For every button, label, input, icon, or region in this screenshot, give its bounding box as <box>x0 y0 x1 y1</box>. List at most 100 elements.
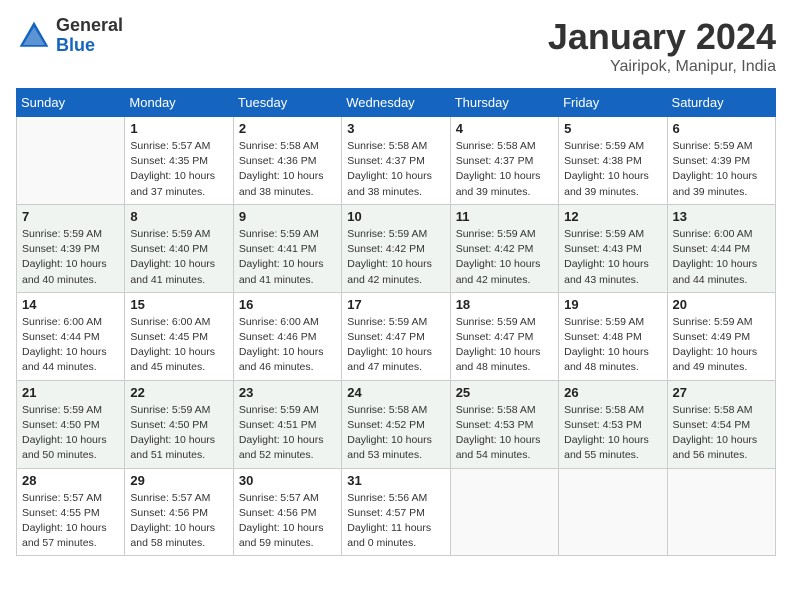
calendar-week-row: 14Sunrise: 6:00 AM Sunset: 4:44 PM Dayli… <box>17 292 776 380</box>
day-number: 4 <box>456 121 553 136</box>
calendar-cell: 1 Sunrise: 5:57 AM Sunset: 4:35 PM Daylig… <box>125 117 233 205</box>
day-info: Sunrise: 5:58 AM Sunset: 4:54 PM Dayligh… <box>673 403 770 464</box>
calendar-cell: 12 Sunrise: 5:59 AM Sunset: 4:43 PM Dayli… <box>559 204 667 292</box>
calendar-cell: 4 Sunrise: 5:58 AM Sunset: 4:37 PM Daylig… <box>450 117 558 205</box>
day-info: Sunrise: 5:59 AM Sunset: 4:50 PM Dayligh… <box>130 403 227 464</box>
day-info: Sunrise: 6:00 AM Sunset: 4:44 PM Dayligh… <box>22 315 119 376</box>
day-number: 10 <box>347 209 444 224</box>
day-info: Sunrise: 5:59 AM Sunset: 4:49 PM Dayligh… <box>673 315 770 376</box>
logo-blue-text: Blue <box>56 36 123 56</box>
day-info: Sunrise: 6:00 AM Sunset: 4:44 PM Dayligh… <box>673 227 770 288</box>
calendar-cell: 11Sunrise: 5:59 AM Sunset: 4:42 PM Dayli… <box>450 204 558 292</box>
day-number: 20 <box>673 297 770 312</box>
calendar-cell: 25 Sunrise: 5:58 AM Sunset: 4:53 PM Dayli… <box>450 380 558 468</box>
day-number: 26 <box>564 385 661 400</box>
weekday-header-thursday: Thursday <box>450 89 558 117</box>
calendar-cell: 28Sunrise: 5:57 AM Sunset: 4:55 PM Dayli… <box>17 468 125 556</box>
calendar-cell: 2Sunrise: 5:58 AM Sunset: 4:36 PM Daylig… <box>233 117 341 205</box>
logo-icon <box>16 18 52 54</box>
calendar-cell: 26 Sunrise: 5:58 AM Sunset: 4:53 PM Dayli… <box>559 380 667 468</box>
day-number: 3 <box>347 121 444 136</box>
calendar-cell: 27Sunrise: 5:58 AM Sunset: 4:54 PM Dayli… <box>667 380 775 468</box>
calendar-cell: 3 Sunrise: 5:58 AM Sunset: 4:37 PM Daylig… <box>342 117 450 205</box>
calendar-cell: 23 Sunrise: 5:59 AM Sunset: 4:51 PM Dayli… <box>233 380 341 468</box>
calendar-week-row: 7 Sunrise: 5:59 AM Sunset: 4:39 PM Daylig… <box>17 204 776 292</box>
day-info: Sunrise: 5:59 AM Sunset: 4:50 PM Dayligh… <box>22 403 119 464</box>
day-info: Sunrise: 5:58 AM Sunset: 4:37 PM Dayligh… <box>347 139 444 200</box>
day-info: Sunrise: 6:00 AM Sunset: 4:46 PM Dayligh… <box>239 315 336 376</box>
day-number: 16 <box>239 297 336 312</box>
day-number: 21 <box>22 385 119 400</box>
calendar-cell: 30Sunrise: 5:57 AM Sunset: 4:56 PM Dayli… <box>233 468 341 556</box>
calendar-cell: 22 Sunrise: 5:59 AM Sunset: 4:50 PM Dayli… <box>125 380 233 468</box>
calendar-cell <box>559 468 667 556</box>
day-number: 12 <box>564 209 661 224</box>
day-number: 31 <box>347 473 444 488</box>
day-info: Sunrise: 5:57 AM Sunset: 4:56 PM Dayligh… <box>239 491 336 552</box>
day-info: Sunrise: 5:59 AM Sunset: 4:40 PM Dayligh… <box>130 227 227 288</box>
logo-general-text: General <box>56 16 123 36</box>
day-info: Sunrise: 5:59 AM Sunset: 4:42 PM Dayligh… <box>347 227 444 288</box>
day-info: Sunrise: 5:59 AM Sunset: 4:39 PM Dayligh… <box>673 139 770 200</box>
calendar-cell: 31 Sunrise: 5:56 AM Sunset: 4:57 PM Dayli… <box>342 468 450 556</box>
day-info: Sunrise: 5:58 AM Sunset: 4:53 PM Dayligh… <box>456 403 553 464</box>
weekday-header-saturday: Saturday <box>667 89 775 117</box>
day-number: 22 <box>130 385 227 400</box>
day-info: Sunrise: 5:58 AM Sunset: 4:37 PM Dayligh… <box>456 139 553 200</box>
day-number: 19 <box>564 297 661 312</box>
day-number: 25 <box>456 385 553 400</box>
calendar-cell: 21 Sunrise: 5:59 AM Sunset: 4:50 PM Dayli… <box>17 380 125 468</box>
weekday-header-row: SundayMondayTuesdayWednesdayThursdayFrid… <box>17 89 776 117</box>
day-number: 7 <box>22 209 119 224</box>
calendar-week-row: 21 Sunrise: 5:59 AM Sunset: 4:50 PM Dayli… <box>17 380 776 468</box>
weekday-header-friday: Friday <box>559 89 667 117</box>
calendar-cell: 18 Sunrise: 5:59 AM Sunset: 4:47 PM Dayli… <box>450 292 558 380</box>
calendar-week-row: 28Sunrise: 5:57 AM Sunset: 4:55 PM Dayli… <box>17 468 776 556</box>
month-title: January 2024 <box>548 16 776 58</box>
logo: General Blue <box>16 16 123 56</box>
calendar-week-row: 1 Sunrise: 5:57 AM Sunset: 4:35 PM Daylig… <box>17 117 776 205</box>
calendar-cell <box>17 117 125 205</box>
location: Yairipok, Manipur, India <box>548 58 776 76</box>
day-info: Sunrise: 5:59 AM Sunset: 4:48 PM Dayligh… <box>564 315 661 376</box>
calendar-cell: 16 Sunrise: 6:00 AM Sunset: 4:46 PM Dayli… <box>233 292 341 380</box>
day-info: Sunrise: 5:57 AM Sunset: 4:56 PM Dayligh… <box>130 491 227 552</box>
day-number: 2 <box>239 121 336 136</box>
day-info: Sunrise: 5:57 AM Sunset: 4:55 PM Dayligh… <box>22 491 119 552</box>
day-info: Sunrise: 5:59 AM Sunset: 4:42 PM Dayligh… <box>456 227 553 288</box>
calendar-cell: 17Sunrise: 5:59 AM Sunset: 4:47 PM Dayli… <box>342 292 450 380</box>
calendar-cell: 8Sunrise: 5:59 AM Sunset: 4:40 PM Daylig… <box>125 204 233 292</box>
calendar-table: SundayMondayTuesdayWednesdayThursdayFrid… <box>16 88 776 556</box>
calendar-cell: 10 Sunrise: 5:59 AM Sunset: 4:42 PM Dayli… <box>342 204 450 292</box>
day-info: Sunrise: 5:59 AM Sunset: 4:43 PM Dayligh… <box>564 227 661 288</box>
day-info: Sunrise: 5:57 AM Sunset: 4:35 PM Dayligh… <box>130 139 227 200</box>
calendar-cell: 14Sunrise: 6:00 AM Sunset: 4:44 PM Dayli… <box>17 292 125 380</box>
page-header: General Blue January 2024 Yairipok, Mani… <box>16 16 776 76</box>
day-info: Sunrise: 5:59 AM Sunset: 4:47 PM Dayligh… <box>347 315 444 376</box>
day-info: Sunrise: 5:59 AM Sunset: 4:41 PM Dayligh… <box>239 227 336 288</box>
day-number: 23 <box>239 385 336 400</box>
calendar-cell: 13Sunrise: 6:00 AM Sunset: 4:44 PM Dayli… <box>667 204 775 292</box>
day-info: Sunrise: 5:58 AM Sunset: 4:52 PM Dayligh… <box>347 403 444 464</box>
weekday-header-monday: Monday <box>125 89 233 117</box>
calendar-cell: 6 Sunrise: 5:59 AM Sunset: 4:39 PM Daylig… <box>667 117 775 205</box>
day-info: Sunrise: 5:56 AM Sunset: 4:57 PM Dayligh… <box>347 491 444 552</box>
calendar-cell: 20 Sunrise: 5:59 AM Sunset: 4:49 PM Dayli… <box>667 292 775 380</box>
calendar-cell: 15Sunrise: 6:00 AM Sunset: 4:45 PM Dayli… <box>125 292 233 380</box>
title-block: January 2024 Yairipok, Manipur, India <box>548 16 776 76</box>
calendar-cell: 5Sunrise: 5:59 AM Sunset: 4:38 PM Daylig… <box>559 117 667 205</box>
calendar-cell: 29Sunrise: 5:57 AM Sunset: 4:56 PM Dayli… <box>125 468 233 556</box>
calendar-cell: 9Sunrise: 5:59 AM Sunset: 4:41 PM Daylig… <box>233 204 341 292</box>
day-number: 6 <box>673 121 770 136</box>
weekday-header-wednesday: Wednesday <box>342 89 450 117</box>
day-number: 1 <box>130 121 227 136</box>
day-info: Sunrise: 5:59 AM Sunset: 4:51 PM Dayligh… <box>239 403 336 464</box>
day-info: Sunrise: 5:59 AM Sunset: 4:39 PM Dayligh… <box>22 227 119 288</box>
day-info: Sunrise: 5:59 AM Sunset: 4:47 PM Dayligh… <box>456 315 553 376</box>
day-info: Sunrise: 5:58 AM Sunset: 4:53 PM Dayligh… <box>564 403 661 464</box>
day-number: 24 <box>347 385 444 400</box>
logo-text: General Blue <box>56 16 123 56</box>
day-number: 18 <box>456 297 553 312</box>
calendar-cell <box>450 468 558 556</box>
day-number: 5 <box>564 121 661 136</box>
